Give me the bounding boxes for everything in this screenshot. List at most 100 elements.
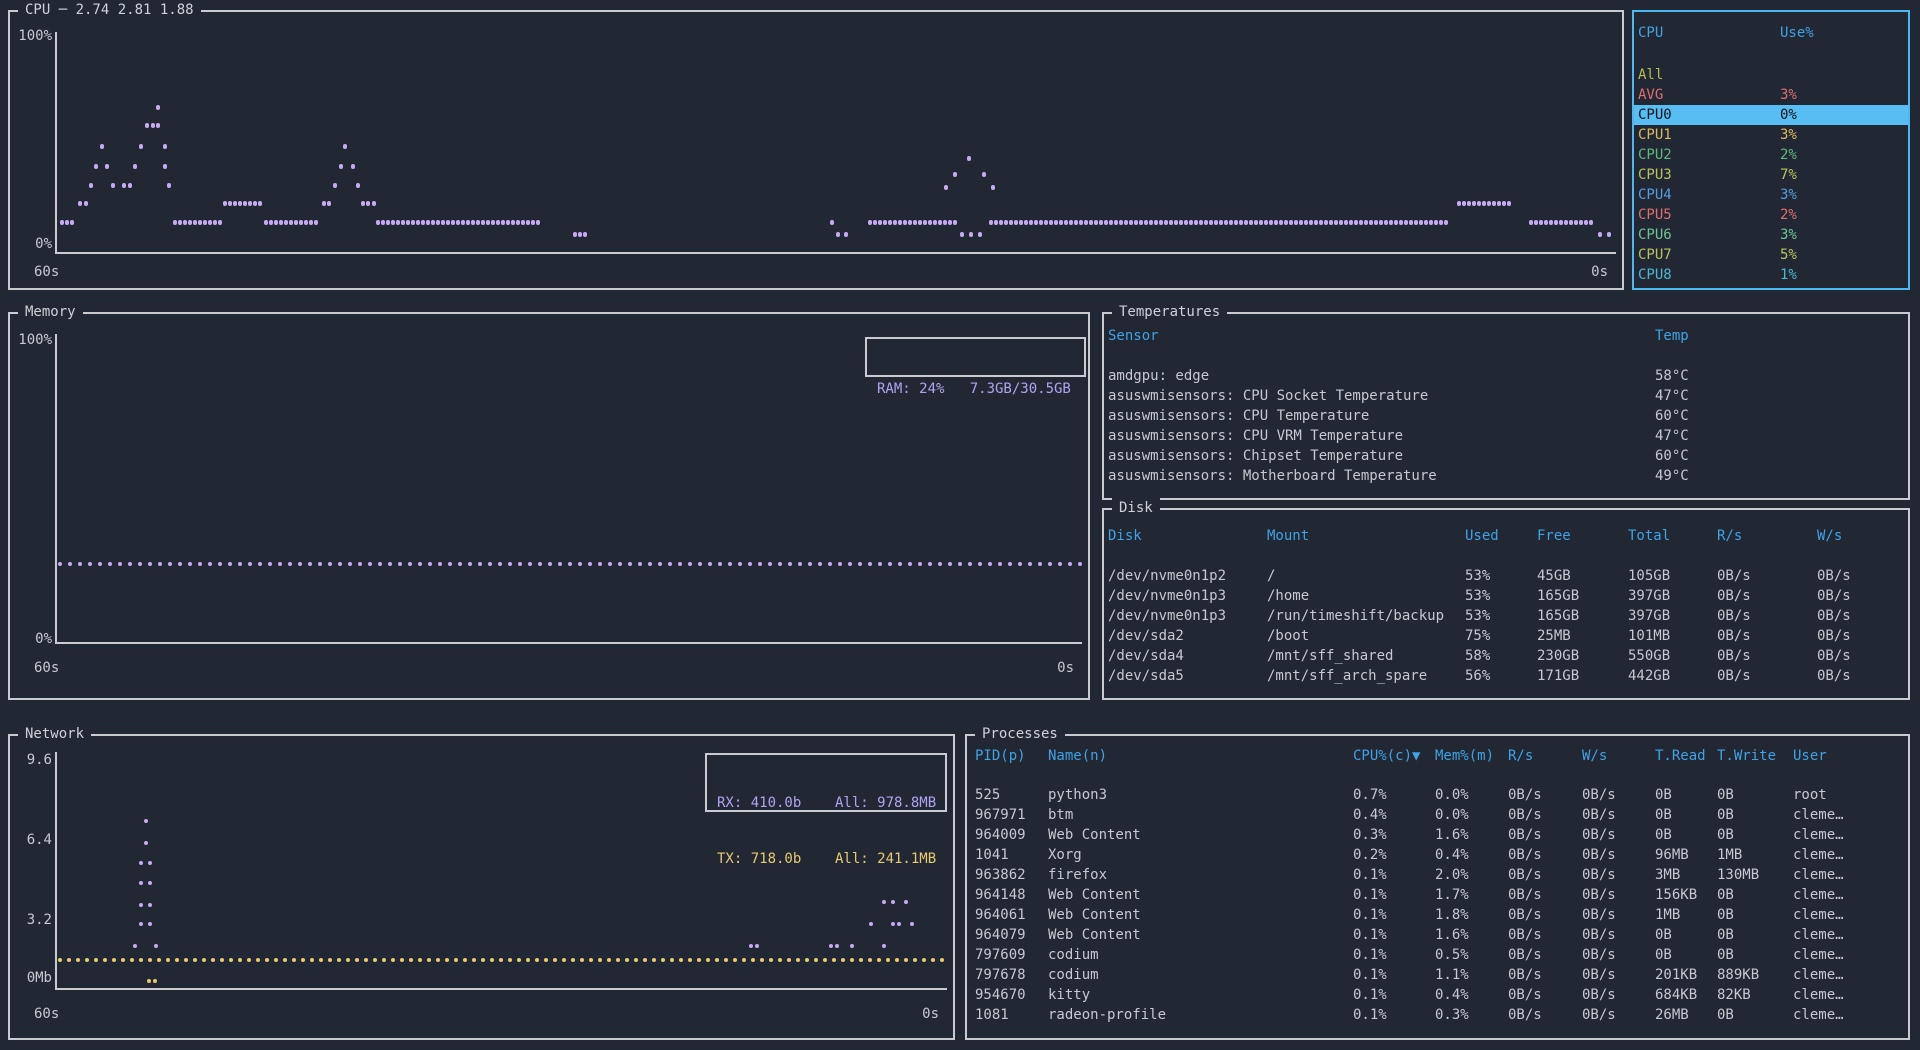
cpu-row[interactable]: All [1634,65,1908,85]
chart-dot [268,562,272,566]
cpu-row[interactable]: CPU00% [1634,105,1908,125]
cpu-legend-panel[interactable]: CPU Use% AllAVG3%CPU00%CPU13%CPU22%CPU37… [1632,10,1910,290]
chart-dot [1259,220,1263,225]
cell-cpu-use: 3% [1780,125,1908,145]
chart-dot [78,562,82,566]
chart-dot [148,922,152,926]
process-row[interactable]: 1081radeon-profile0.1%0.3%0B/s0B/s26MB0B… [967,1005,1908,1025]
cpu-row[interactable]: CPU13% [1634,125,1908,145]
process-row[interactable]: 1041Xorg0.2%0.4%0B/s0B/s96MB1MBcleme… [967,845,1908,865]
chart-dot [486,220,490,225]
chart-dot [348,562,352,566]
cell-name: python3 [1048,785,1353,805]
cell-rs: 0B/s [1717,586,1817,606]
process-row[interactable]: 954670kitty0.1%0.4%0B/s0B/s684KB82KBclem… [967,985,1908,1005]
process-row[interactable]: 967971btm0.4%0.0%0B/s0B/s0B0Bcleme… [967,805,1908,825]
chart-dot [953,172,957,177]
chart-dot [1149,220,1153,225]
cell-ws: 0B/s [1817,586,1908,606]
cell-sensor: asuswmisensors: Chipset Temperature [1108,446,1655,466]
chart-dot [100,144,104,149]
disk-row[interactable]: /dev/nvme0n1p3/home53%165GB397GB0B/s0B/s [1104,586,1908,606]
chart-dot [895,958,899,962]
temp-row[interactable]: asuswmisensors: Chipset Temperature60°C [1104,446,1908,466]
cpu-row[interactable]: CPU22% [1634,145,1908,165]
chart-dot [436,958,440,962]
cpu-row[interactable]: CPU52% [1634,205,1908,225]
chart-dot [818,562,822,566]
cell-mount: /mnt/sff_arch_spare [1267,666,1465,686]
col-rs[interactable]: R/s [1508,746,1582,766]
chart-dot [1359,220,1363,225]
network-panel[interactable]: Network 9.6 6.4 3.2 0Mb 60s 0s RX: 410.0… [8,734,955,1040]
cpu-row[interactable]: AVG3% [1634,85,1908,105]
col-tread[interactable]: T.Read [1655,746,1717,766]
cell-mem: 2.0% [1435,865,1508,885]
cpu-row[interactable]: CPU43% [1634,185,1908,205]
cpu-row[interactable]: CPU81% [1634,265,1908,285]
col-use: Use% [1780,23,1908,43]
chart-dot [1507,201,1511,206]
process-row[interactable]: 964148Web Content0.1%1.7%0B/s0B/s156KB0B… [967,885,1908,905]
process-row[interactable]: 964009Web Content0.3%1.6%0B/s0B/s0B0Bcle… [967,825,1908,845]
memory-panel[interactable]: Memory 100% 0% 60s 0s RAM: 24% 7.3GB/30.… [8,312,1090,700]
cell-ws: 0B/s [1817,606,1908,626]
cpu-row[interactable]: CPU37% [1634,165,1908,185]
chart-dot [1089,220,1093,225]
temp-row[interactable]: amdgpu: edge58°C [1104,366,1908,386]
chart-dot [888,562,892,566]
chart-dot [1109,220,1113,225]
chart-dot [481,220,485,225]
chart-dot [908,562,912,566]
disk-row[interactable]: /dev/nvme0n1p2/53%45GB105GB0B/s0B/s [1104,566,1908,586]
chart-dot [706,958,710,962]
process-row[interactable]: 963862firefox0.1%2.0%0B/s0B/s3MB130MBcle… [967,865,1908,885]
chart-dot [105,164,109,169]
process-row[interactable]: 797609codium0.1%0.5%0B/s0B/s0B0Bcleme… [967,945,1908,965]
disk-panel[interactable]: Disk DiskMountUsedFreeTotalR/sW/s /dev/n… [1102,508,1910,700]
col-twrite[interactable]: T.Write [1717,746,1793,766]
processes-panel[interactable]: Processes PID(p)Name(n)CPU%(c)▼Mem%(m)R/… [965,734,1910,1040]
col-ws[interactable]: W/s [1582,746,1655,766]
disk-row[interactable]: /dev/sda2/boot75%25MB101MB0B/s0B/s [1104,626,1908,646]
col-user[interactable]: User [1793,746,1908,766]
processes-header-row[interactable]: PID(p)Name(n)CPU%(c)▼Mem%(m)R/sW/sT.Read… [967,746,1908,766]
cell-temp: 49°C [1655,466,1908,486]
temp-row[interactable]: asuswmisensors: CPU VRM Temperature47°C [1104,426,1908,446]
cell-cpu-name: AVG [1638,85,1780,105]
col-name[interactable]: Name(n) [1048,746,1353,766]
col-mem[interactable]: Mem%(m) [1435,746,1508,766]
disk-row[interactable]: /dev/nvme0n1p3/run/timeshift/backup53%16… [1104,606,1908,626]
temp-row[interactable]: asuswmisensors: CPU Socket Temperature47… [1104,386,1908,406]
cpu-chart-panel[interactable]: CPU ─ 2.74 2.81 1.88 100% 0% 60s 0s [8,10,1624,290]
process-row[interactable]: 964079Web Content0.1%1.6%0B/s0B/s0B0Bcle… [967,925,1908,945]
chart-dot [1502,201,1506,206]
chart-dot [1379,220,1383,225]
disk-row[interactable]: /dev/sda5/mnt/sff_arch_spare56%171GB442G… [1104,666,1908,686]
temperatures-panel[interactable]: Temperatures Sensor Temp amdgpu: edge58°… [1102,312,1910,500]
cpu-row[interactable]: CPU63% [1634,225,1908,245]
chart-dot [355,958,359,962]
chart-dot [253,201,257,206]
col-cpu[interactable]: CPU%(c)▼ [1353,746,1435,766]
ram-legend-text: RAM: 24% 7.3GB/30.5GB [867,371,1084,407]
cpu-row[interactable]: CPU75% [1634,245,1908,265]
chart-dot [122,183,126,188]
cell-pid: 967971 [975,805,1048,825]
temp-row[interactable]: asuswmisensors: CPU Temperature60°C [1104,406,1908,426]
chart-dot [258,201,262,206]
chart-dot [583,232,587,237]
chart-dot [228,562,232,566]
temp-row[interactable]: asuswmisensors: Motherboard Temperature4… [1104,466,1908,486]
chart-dot [1068,562,1072,566]
cell-user: cleme… [1793,985,1908,1005]
chart-dot [1284,220,1288,225]
process-row[interactable]: 797678codium0.1%1.1%0B/s0B/s201KB889KBcl… [967,965,1908,985]
process-row[interactable]: 525python30.7%0.0%0B/s0B/s0B0Broot [967,785,1908,805]
chart-dot [625,958,629,962]
col-pid[interactable]: PID(p) [975,746,1048,766]
chart-dot [1014,220,1018,225]
process-row[interactable]: 964061Web Content0.1%1.8%0B/s0B/s1MB0Bcl… [967,905,1908,925]
disk-row[interactable]: /dev/sda4/mnt/sff_shared58%230GB550GB0B/… [1104,646,1908,666]
chart-dot [1209,220,1213,225]
